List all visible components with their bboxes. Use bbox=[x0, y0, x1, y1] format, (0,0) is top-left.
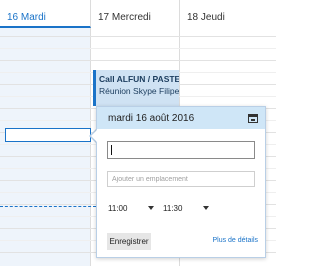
day-header[interactable]: 17 Mercredi bbox=[91, 0, 180, 28]
calendar-icon[interactable] bbox=[248, 113, 258, 123]
calendar-week-view: 16 Mardi 17 Mercredi 18 Jeudi Call ALFUN… bbox=[0, 0, 276, 266]
hour-gridline bbox=[0, 36, 276, 37]
hour-gridline bbox=[0, 60, 276, 61]
popup-date: mardi 16 août 2016 bbox=[108, 112, 195, 124]
quick-event-popup: mardi 16 août 2016 11:00 11:30 Enregistr… bbox=[96, 106, 266, 258]
end-time-value: 11:30 bbox=[163, 203, 183, 213]
popup-pointer-fill bbox=[91, 130, 97, 142]
calendar-event[interactable]: Call ALFUN / PASTEUR I Réunion Skype Fil… bbox=[93, 70, 179, 106]
day-header-today[interactable]: 16 Mardi bbox=[0, 0, 91, 28]
event-subtitle: Réunion Skype Filipe DC bbox=[99, 86, 179, 96]
popup-header: mardi 16 août 2016 bbox=[97, 107, 265, 129]
chevron-down-icon bbox=[203, 206, 209, 210]
end-time-select[interactable]: 11:30 bbox=[163, 201, 209, 215]
day-column-today[interactable] bbox=[0, 28, 91, 266]
start-time-value: 11:00 bbox=[108, 203, 128, 213]
current-time-indicator bbox=[0, 206, 96, 207]
selected-time-slot[interactable] bbox=[5, 128, 91, 142]
chevron-down-icon bbox=[148, 206, 154, 210]
start-time-select[interactable]: 11:00 bbox=[108, 201, 154, 215]
text-cursor bbox=[111, 145, 112, 155]
event-title-input[interactable] bbox=[107, 141, 255, 159]
day-header-row: 16 Mardi 17 Mercredi 18 Jeudi bbox=[0, 0, 276, 28]
day-header[interactable]: 18 Jeudi bbox=[180, 0, 276, 28]
location-input[interactable] bbox=[107, 171, 255, 187]
event-title: Call ALFUN / PASTEUR I bbox=[99, 74, 179, 84]
save-button[interactable]: Enregistrer bbox=[107, 233, 151, 250]
more-details-link[interactable]: Plus de détails bbox=[212, 237, 258, 244]
half-hour-gridline bbox=[0, 48, 276, 49]
